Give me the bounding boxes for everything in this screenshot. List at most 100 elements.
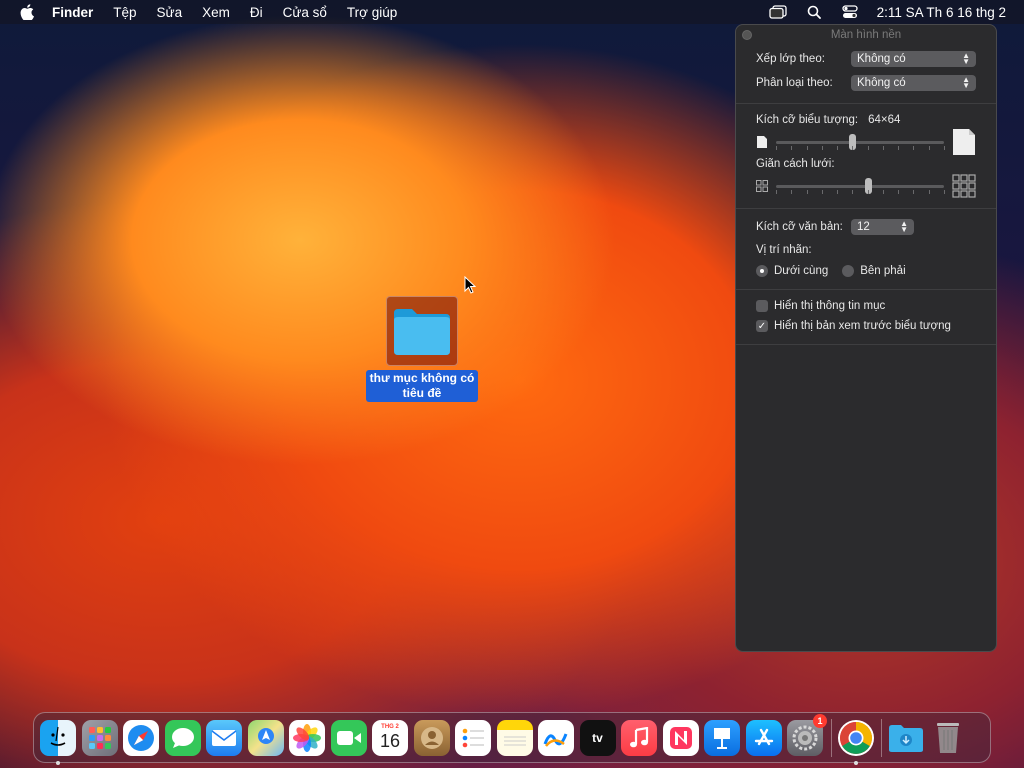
settings-badge: 1 bbox=[813, 713, 827, 728]
desktop-view-options-panel: Màn hình nền Xếp lớp theo: Không có ▲ ▼ P… bbox=[735, 24, 997, 652]
panel-titlebar[interactable]: Màn hình nền bbox=[736, 25, 996, 45]
large-doc-icon bbox=[953, 129, 975, 155]
small-doc-icon bbox=[757, 136, 767, 148]
arrange-popup[interactable]: Không có ▲ ▼ bbox=[851, 51, 976, 67]
slider-tick bbox=[776, 145, 777, 150]
safari-icon[interactable] bbox=[123, 719, 159, 756]
show-info-label[interactable]: Hiển thị thông tin mục bbox=[774, 300, 885, 312]
notes-icon[interactable] bbox=[496, 719, 533, 756]
slider-tick bbox=[837, 189, 839, 194]
menubar-clock[interactable]: 2:11 SA Th 6 16 thg 2 bbox=[877, 5, 1006, 20]
slider-tick bbox=[776, 189, 777, 194]
arrange-value: Không có bbox=[857, 53, 906, 65]
panel-title: Màn hình nền bbox=[830, 29, 902, 41]
menu-view[interactable]: Xem bbox=[202, 5, 230, 20]
menu-help[interactable]: Trợ giúp bbox=[347, 5, 397, 20]
slider-tick bbox=[882, 189, 884, 194]
running-indicator bbox=[56, 760, 60, 765]
mouse-pointer-icon bbox=[464, 275, 477, 299]
reminders-icon[interactable] bbox=[455, 719, 491, 756]
label-bottom-radio[interactable] bbox=[756, 265, 768, 277]
slider-tick bbox=[821, 189, 823, 194]
freeform-icon[interactable] bbox=[538, 719, 574, 756]
music-icon[interactable] bbox=[621, 719, 657, 756]
icon-size-slider[interactable] bbox=[776, 133, 945, 150]
search-icon[interactable] bbox=[805, 3, 823, 21]
options-section: Hiển thị thông tin mục ✓ Hiển thị bản xe… bbox=[736, 290, 996, 345]
slider-tick bbox=[791, 145, 793, 150]
label-right-radio[interactable] bbox=[842, 265, 855, 277]
arrange-section: Xếp lớp theo: Không có ▲ ▼ Phân loại theo… bbox=[736, 45, 996, 104]
slider-tick bbox=[898, 145, 900, 150]
system-settings-icon[interactable]: 1 bbox=[787, 713, 827, 756]
text-size-value: 12 bbox=[857, 221, 870, 233]
folder-label[interactable]: thư mục không có tiêu đề bbox=[366, 370, 478, 402]
chevron-updown-icon: ▲ ▼ bbox=[900, 219, 908, 234]
slider-tick bbox=[898, 189, 900, 194]
slider-tick bbox=[867, 189, 869, 194]
text-section: Kích cỡ văn bản: 12 ▲ ▼ Vị trí nhãn: Dưới… bbox=[736, 209, 996, 290]
close-icon[interactable] bbox=[742, 30, 752, 40]
calendar-month: THG 2 bbox=[381, 724, 399, 730]
grid-spacing-label: Giãn cách lưới: bbox=[756, 158, 835, 170]
sort-popup[interactable]: Không có ▲ ▼ bbox=[851, 75, 976, 91]
photos-icon[interactable] bbox=[289, 719, 325, 756]
contacts-icon[interactable] bbox=[413, 719, 450, 756]
arrange-label: Xếp lớp theo: bbox=[756, 53, 825, 65]
apple-icon[interactable] bbox=[18, 4, 36, 20]
maps-icon[interactable] bbox=[247, 719, 284, 756]
running-indicator bbox=[853, 760, 858, 765]
window-switch-icon[interactable] bbox=[768, 3, 787, 21]
slider-tick bbox=[928, 189, 930, 194]
slider-tick bbox=[913, 145, 915, 150]
label-position-label: Vị trí nhãn: bbox=[756, 244, 812, 256]
slider-tick bbox=[928, 145, 930, 150]
finder-icon[interactable] bbox=[40, 719, 76, 765]
icon-size-value: 64×64 bbox=[868, 114, 901, 126]
sort-label: Phân loại theo: bbox=[756, 77, 833, 89]
slider-tick bbox=[791, 189, 793, 194]
calendar-icon[interactable]: THG 2 16 bbox=[372, 719, 408, 756]
dock-separator bbox=[881, 718, 882, 757]
downloads-folder-icon[interactable] bbox=[888, 720, 924, 756]
menubar: Finder Tệp Sửa Xem Đi Cửa sổ Trợ giúp 2:… bbox=[0, 0, 1024, 24]
show-info-checkbox[interactable] bbox=[756, 300, 768, 312]
mail-icon[interactable] bbox=[206, 719, 242, 756]
facetime-icon[interactable] bbox=[330, 719, 367, 756]
launchpad-icon[interactable] bbox=[81, 719, 118, 756]
grid-small-icon bbox=[756, 180, 768, 192]
app-store-icon[interactable] bbox=[745, 719, 782, 756]
desktop-folder[interactable]: thư mục không có tiêu đề bbox=[364, 296, 480, 402]
slider-tick bbox=[944, 189, 945, 194]
menu-file[interactable]: Tệp bbox=[113, 5, 136, 20]
slider-tick bbox=[806, 189, 808, 194]
text-size-popup[interactable]: 12 ▲ ▼ bbox=[851, 219, 914, 235]
news-icon[interactable] bbox=[662, 719, 699, 756]
apple-tv-label: tv bbox=[592, 730, 603, 745]
menu-edit[interactable]: Sửa bbox=[157, 5, 183, 20]
dock: THG 2 16 tv 1 bbox=[33, 712, 991, 765]
slider-tick bbox=[944, 145, 945, 150]
grid-spacing-slider[interactable] bbox=[776, 177, 945, 194]
folder-icon bbox=[394, 309, 450, 355]
messages-icon[interactable] bbox=[164, 719, 201, 756]
calendar-day: 16 bbox=[379, 731, 401, 751]
menu-finder[interactable]: Finder bbox=[52, 5, 93, 20]
label-bottom-text[interactable]: Dưới cùng bbox=[774, 265, 828, 277]
chrome-icon[interactable] bbox=[837, 719, 874, 765]
trash-icon[interactable] bbox=[930, 720, 966, 756]
apple-tv-icon[interactable]: tv bbox=[579, 719, 616, 756]
show-preview-checkbox[interactable]: ✓ bbox=[756, 320, 768, 332]
show-preview-label[interactable]: Hiển thị bản xem trước biểu tượng bbox=[774, 320, 951, 332]
menu-go[interactable]: Đi bbox=[250, 5, 263, 20]
control-center-icon[interactable] bbox=[841, 3, 859, 21]
grid-spacing-slider-knob[interactable] bbox=[865, 177, 873, 194]
label-right-text[interactable]: Bên phải bbox=[860, 265, 905, 277]
dock-separator bbox=[830, 718, 832, 757]
slider-tick bbox=[852, 145, 854, 150]
slider-tick bbox=[852, 189, 854, 194]
keynote-icon[interactable] bbox=[704, 719, 740, 756]
slider-tick bbox=[882, 145, 884, 150]
menu-window[interactable]: Cửa sổ bbox=[283, 5, 327, 20]
folder-thumbnail[interactable] bbox=[386, 296, 458, 366]
